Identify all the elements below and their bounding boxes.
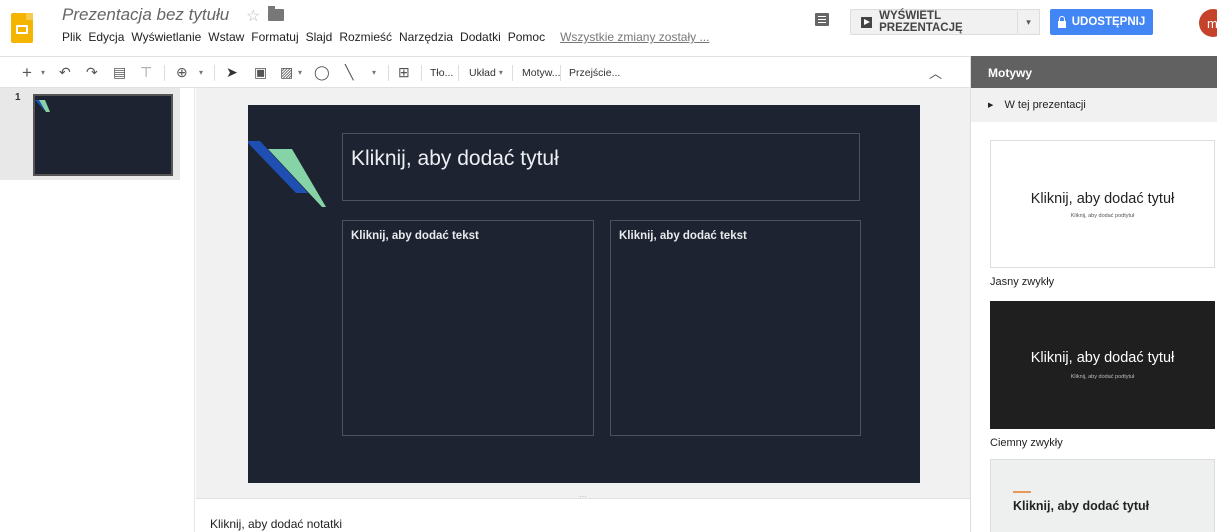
menu-edit[interactable]: Edycja <box>88 30 124 44</box>
layout-button[interactable]: Układ ▾ <box>469 57 503 88</box>
menu-insert[interactable]: Wstaw <box>208 30 244 44</box>
line-icon[interactable]: ╲ <box>345 57 353 88</box>
toolbar-divider <box>421 65 422 81</box>
new-slide-dropdown-icon[interactable]: ▾ <box>41 57 45 88</box>
new-slide-icon[interactable]: + <box>22 57 32 88</box>
themes-section-toggle[interactable]: ▶ W tej prezentacji <box>971 88 1217 122</box>
left-body-placeholder-text: Kliknij, aby dodać tekst <box>351 230 479 242</box>
slide-thumbnail[interactable] <box>33 94 173 176</box>
toolbar-divider <box>560 65 561 81</box>
layout-button-label: Układ <box>469 66 496 79</box>
theme-button[interactable]: Motyw... <box>522 57 561 88</box>
toolbar-divider <box>512 65 513 81</box>
print-icon[interactable]: ▤ <box>113 57 126 88</box>
insert-comment-icon[interactable]: ⊞ <box>398 57 410 88</box>
slide-accent-shape <box>248 141 326 207</box>
theme-preview-subtitle: Kliknij, aby dodać podtytuł <box>1070 374 1135 380</box>
present-play-icon <box>861 16 873 28</box>
menu-slide[interactable]: Slajd <box>306 30 333 44</box>
theme-card-dark[interactable]: Kliknij, aby dodać tytuł Kliknij, aby do… <box>990 301 1215 429</box>
thumbnail-accent-shape <box>35 100 50 112</box>
image-icon[interactable]: ▨ <box>280 57 293 88</box>
undo-icon[interactable]: ↶ <box>59 57 71 88</box>
background-button[interactable]: Tło... <box>430 57 453 88</box>
toolbar-divider <box>214 65 215 81</box>
slide-number: 1 <box>15 92 21 103</box>
select-pointer-icon[interactable]: ➤ <box>226 57 238 88</box>
themes-panel-title: Motywy <box>971 56 1217 88</box>
present-button-label: WYŚWIETL PREZENTACJĘ <box>879 10 963 34</box>
menu-tools[interactable]: Narzędzia <box>399 30 453 44</box>
menu-view[interactable]: Wyświetlanie <box>131 30 201 44</box>
theme-name-dark: Ciemny zwykły <box>990 437 1063 449</box>
toolbar-divider <box>388 65 389 81</box>
shape-icon[interactable]: ◯ <box>314 57 330 88</box>
menu-help[interactable]: Pomoc <box>508 30 545 44</box>
themes-section-label: W tej prezentacji <box>1004 99 1086 111</box>
toolbar-divider <box>164 65 165 81</box>
share-button[interactable]: UDOSTĘPNIJ <box>1050 9 1153 35</box>
star-icon[interactable]: ☆ <box>246 6 260 26</box>
paint-format-icon[interactable]: ⊤ <box>140 57 152 88</box>
layout-dropdown-icon: ▾ <box>498 68 503 77</box>
slides-app: Prezentacja bez tytułu ☆ Plik Edycja Wyś… <box>0 0 1217 532</box>
theme-card-light[interactable]: Kliknij, aby dodać tytuł Kliknij, aby do… <box>990 140 1215 268</box>
left-body-placeholder[interactable]: Kliknij, aby dodać tekst <box>342 220 594 436</box>
title-placeholder-text: Kliknij, aby dodać tytuł <box>351 147 559 170</box>
save-status-link[interactable]: Wszystkie zmiany zostały ... <box>560 30 709 44</box>
collapse-menus-icon[interactable]: ︿ <box>929 63 942 82</box>
share-button-label: UDOSTĘPNIJ <box>1071 16 1146 28</box>
title-placeholder[interactable]: Kliknij, aby dodać tytuł <box>342 133 860 201</box>
redo-icon[interactable]: ↷ <box>86 57 98 88</box>
theme-preview-title: Kliknij, aby dodać tytuł <box>1030 191 1175 207</box>
theme-preview-subtitle: Kliknij, aby dodać podtytuł <box>1070 213 1135 219</box>
right-body-placeholder-text: Kliknij, aby dodać tekst <box>619 230 747 242</box>
theme-accent-bar <box>1013 491 1031 493</box>
filmstrip-slide[interactable]: 1 <box>0 88 180 180</box>
zoom-dropdown-icon[interactable]: ▾ <box>199 57 203 88</box>
theme-preview-title: Kliknij, aby dodać tytuł <box>1030 350 1175 366</box>
line-dropdown-icon[interactable]: ▾ <box>372 57 376 88</box>
document-title[interactable]: Prezentacja bez tytułu <box>62 5 229 25</box>
menu-file[interactable]: Plik <box>62 30 81 44</box>
themes-panel: Motywy ▶ W tej prezentacji Kliknij, aby … <box>970 56 1217 532</box>
theme-preview-title: Kliknij, aby dodać tytuł <box>1013 499 1150 513</box>
menu-arrange[interactable]: Rozmieść <box>339 30 392 44</box>
toolbar: + ▾ ↶ ↷ ▤ ⊤ ⊕ ▾ ➤ ▣ ▨ ▾ ◯ ╲ ▾ ⊞ Tło... U… <box>0 56 970 88</box>
theme-name-light: Jasny zwykły <box>990 276 1055 288</box>
slides-logo-icon[interactable] <box>11 13 33 43</box>
speaker-notes[interactable]: Kliknij, aby dodać notatki <box>196 506 970 532</box>
app-header: Prezentacja bez tytułu ☆ Plik Edycja Wyś… <box>0 0 1217 56</box>
notes-resize-handle[interactable] <box>196 492 970 506</box>
folder-icon[interactable] <box>268 6 284 21</box>
transition-button[interactable]: Przejście... <box>569 57 620 88</box>
theme-card-third[interactable]: Kliknij, aby dodać tytuł <box>990 459 1215 532</box>
toolbar-divider <box>458 65 459 81</box>
present-dropdown-icon[interactable]: ▾ <box>1018 9 1040 35</box>
image-dropdown-icon[interactable]: ▾ <box>298 57 302 88</box>
expand-triangle-icon: ▶ <box>988 102 994 109</box>
slide-canvas[interactable]: Kliknij, aby dodać tytuł Kliknij, aby do… <box>248 105 920 483</box>
zoom-icon[interactable]: ⊕ <box>176 57 188 88</box>
menu-addons[interactable]: Dodatki <box>460 30 501 44</box>
lock-icon <box>1057 15 1066 28</box>
present-button[interactable]: WYŚWIETL PREZENTACJĘ <box>850 9 1018 35</box>
speaker-notes-placeholder: Kliknij, aby dodać notatki <box>210 517 343 531</box>
right-body-placeholder[interactable]: Kliknij, aby dodać tekst <box>610 220 861 436</box>
filmstrip: 1 <box>0 88 195 532</box>
menu-format[interactable]: Formatuj <box>251 30 298 44</box>
comments-icon[interactable] <box>815 13 829 26</box>
user-avatar[interactable]: m <box>1199 9 1217 37</box>
slide-canvas-area: Kliknij, aby dodać tytuł Kliknij, aby do… <box>196 88 970 498</box>
text-box-icon[interactable]: ▣ <box>254 57 267 88</box>
menu-bar: Plik Edycja Wyświetlanie Wstaw Formatuj … <box>62 30 716 44</box>
